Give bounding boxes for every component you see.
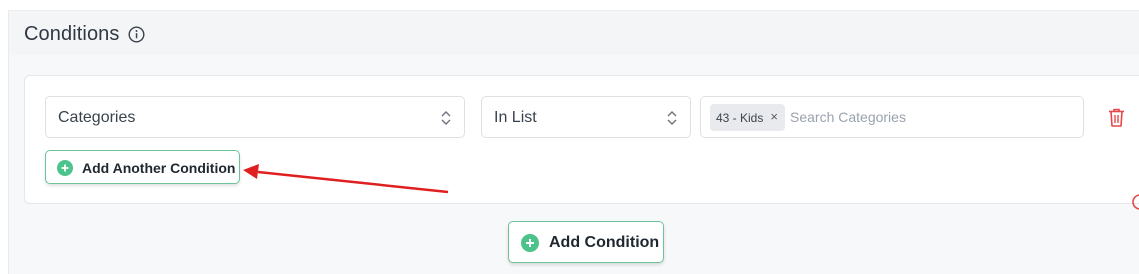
operator-select-value: In List xyxy=(494,109,537,126)
add-another-condition-button[interactable]: Add Another Condition xyxy=(45,150,240,184)
plus-circle-icon xyxy=(57,160,73,176)
categories-multiselect[interactable]: 43 - Kids × Search Categories xyxy=(700,96,1084,138)
trash-icon[interactable] xyxy=(1107,107,1126,128)
info-circle-icon[interactable] xyxy=(128,26,145,43)
panel-title: Conditions xyxy=(24,23,120,45)
search-categories-input[interactable]: Search Categories xyxy=(790,109,906,125)
select-chevron-icon xyxy=(441,111,451,125)
field-select-value: Categories xyxy=(58,109,136,126)
remove-group-icon[interactable] xyxy=(1131,193,1139,211)
operator-select[interactable]: In List xyxy=(481,96,691,138)
add-another-condition-label: Add Another Condition xyxy=(82,160,236,176)
add-condition-button[interactable]: Add Condition xyxy=(508,221,664,263)
add-condition-label: Add Condition xyxy=(549,234,660,251)
panel-header: Conditions xyxy=(9,11,1139,55)
tag-remove-icon[interactable]: × xyxy=(770,109,778,124)
field-select[interactable]: Categories xyxy=(45,96,465,138)
plus-circle-icon xyxy=(521,234,539,252)
condition-group-card xyxy=(24,75,1139,204)
select-chevron-icon xyxy=(667,111,677,125)
tag-label: 43 - Kids xyxy=(716,111,764,125)
selected-tag: 43 - Kids × xyxy=(710,104,785,131)
